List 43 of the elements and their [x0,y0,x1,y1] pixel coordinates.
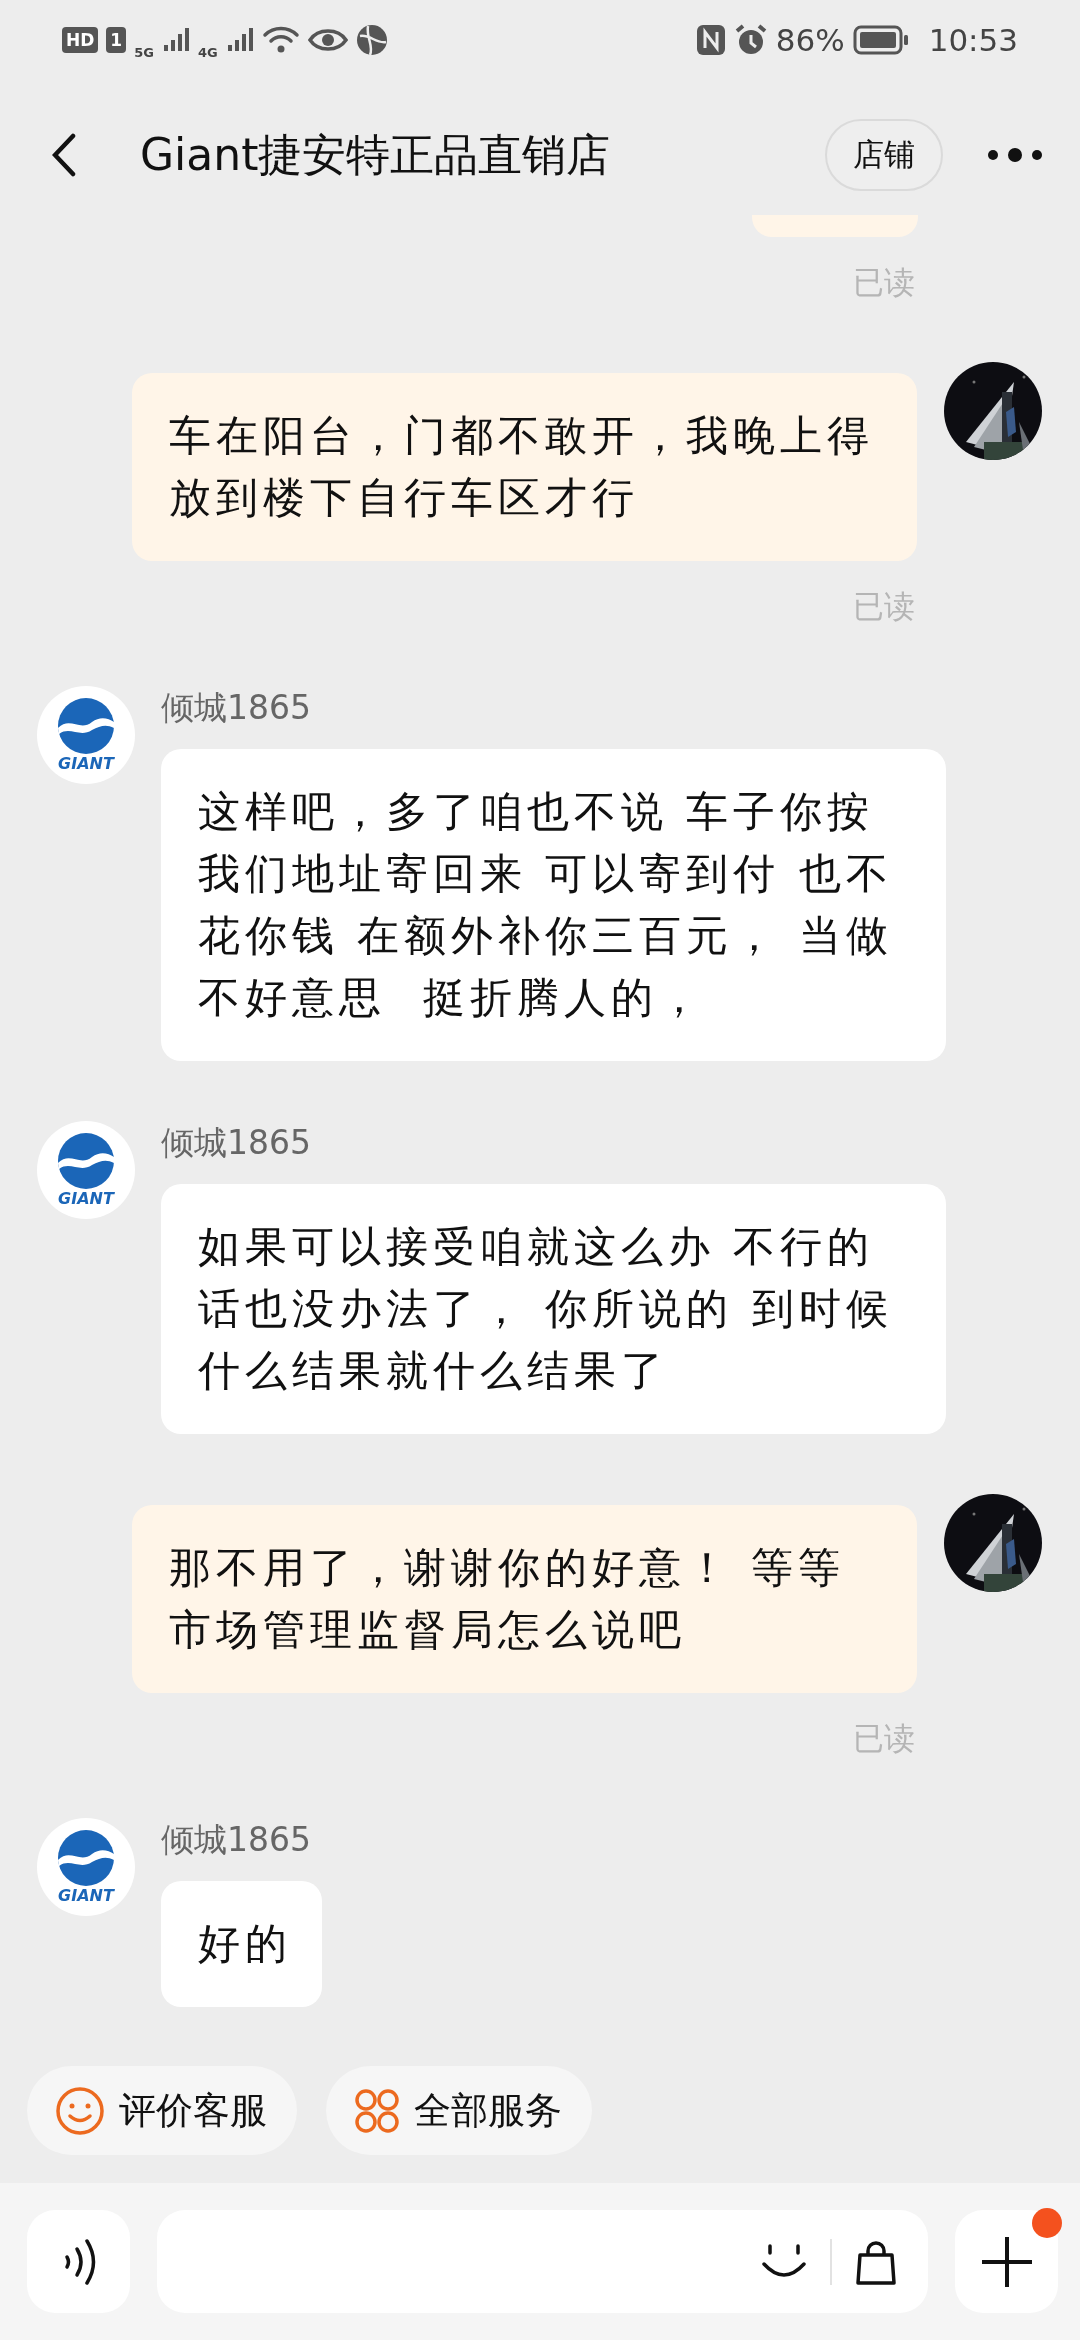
read-receipt: 已读 [852,1719,916,1758]
read-receipt: 已读 [852,263,916,302]
plus-icon [979,2234,1034,2289]
more-icon[interactable] [985,147,1045,163]
hd-badge: HD [62,27,99,53]
service-chip[interactable]: 评价客服 [27,2066,297,2155]
globe-icon [355,24,388,56]
sender-name: 倾城1865 [161,688,312,728]
message-bubble: 好的 [161,1881,322,2007]
grid-icon [354,2087,400,2134]
logo-icon [58,698,114,754]
sim-badge: 1 [106,27,127,53]
logo-text: GIANT [58,756,114,772]
message-bubble: 这样吧，多了咱也不说 车子你按我们地址寄回来 可以寄到付 也不花你钱 在额外补你三百元， 当做不好意思 挺折腾人的， [161,749,946,1061]
logo-icon [58,1830,114,1886]
sender-name: 倾城1865 [161,1820,312,1860]
nfc-icon [695,24,726,56]
shopping-bag-icon[interactable] [854,2238,898,2285]
signal-icon [225,27,254,53]
battery-percent: 86% [775,22,845,58]
network-label: 5G [134,44,154,60]
message-bubble: 那不用了，谢谢你的好意！ 等等市场管理监督局怎么说吧 [132,1505,917,1693]
network-label: 4G [197,44,218,60]
battery-icon [852,25,909,55]
logo-text: GIANT [58,1888,114,1904]
voice-button[interactable] [27,2210,130,2313]
shop-button[interactable]: 店铺 [825,119,943,191]
signal-icon [161,27,190,53]
shop-title: Giant捷安特正品直销店 [140,127,612,182]
sender-name: 倾城1865 [161,1123,312,1163]
clock-time: 10:53 [928,22,1018,58]
message-bubble: 如果可以接受咱就这么办 不行的话也没办法了， 你所说的 到时候什么结果就什么结果了 [161,1184,946,1434]
read-receipt: 已读 [852,587,916,626]
wifi-icon [261,25,300,55]
message-bubble: 车在阳台，门都不敢开，我晚上得放到楼下自行车区才行 [132,373,917,561]
eye-icon [307,27,348,53]
alarm-icon [733,23,768,57]
back-icon[interactable] [52,133,76,177]
service-chip[interactable]: 全部服务 [326,2066,592,2155]
smiley-icon [55,2085,105,2136]
logo-icon [58,1133,114,1189]
logo-text: GIANT [58,1191,114,1207]
message-input[interactable] [157,2210,928,2313]
